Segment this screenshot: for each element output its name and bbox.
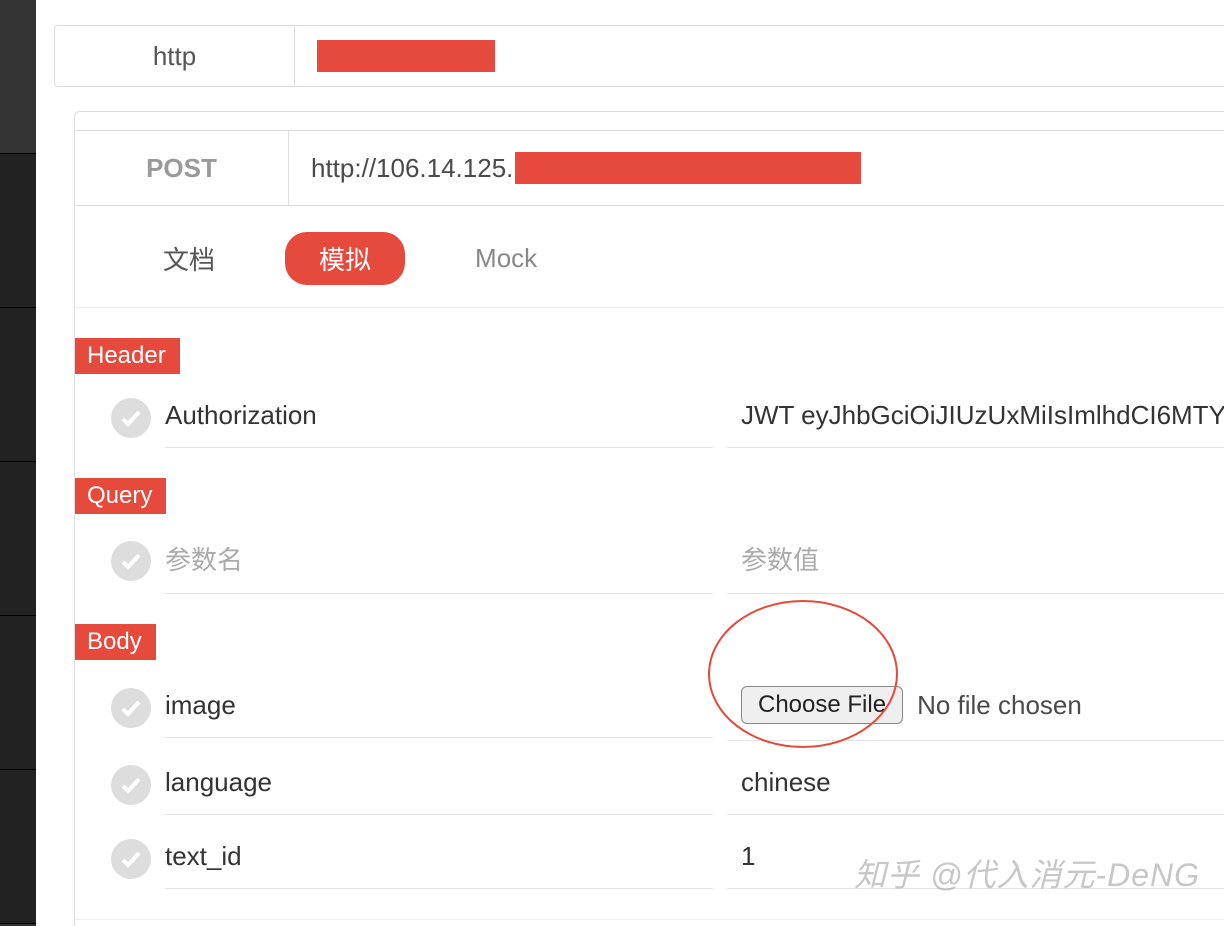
- subtab-doc[interactable]: 文档: [129, 232, 249, 285]
- check-icon[interactable]: [111, 688, 151, 728]
- check-icon[interactable]: [111, 765, 151, 805]
- body-row-image: image Choose File No file chosen: [75, 674, 1224, 741]
- query-section: Query 参数名 参数值: [75, 448, 1224, 594]
- section-label-header: Header: [75, 338, 180, 374]
- method-select[interactable]: POST: [75, 130, 289, 206]
- body-row-language: language chinese: [75, 755, 1224, 815]
- body-value-file: Choose File No file chosen: [727, 674, 1224, 741]
- query-value-input[interactable]: 参数值: [727, 528, 1224, 594]
- sidebar-item[interactable]: [0, 154, 36, 308]
- body-row-textid: text_id 1: [75, 829, 1224, 889]
- app-root: http POST http://106.14.125. 文档 模拟 Mock: [0, 0, 1224, 926]
- sidebar-item[interactable]: [0, 308, 36, 462]
- sidebar: [0, 0, 36, 926]
- main-panel: http POST http://106.14.125. 文档 模拟 Mock: [36, 0, 1224, 926]
- scheme-url-row: http: [54, 25, 1224, 87]
- check-icon[interactable]: [111, 398, 151, 438]
- body-name-input[interactable]: image: [165, 678, 713, 738]
- body-name-input[interactable]: language: [165, 755, 713, 815]
- url-name-box[interactable]: [295, 26, 1224, 86]
- scheme-select[interactable]: http: [55, 26, 295, 86]
- response-section-header[interactable]: Response: [75, 919, 1224, 926]
- choose-file-button[interactable]: Choose File: [741, 686, 903, 724]
- subtab-mock[interactable]: Mock: [441, 235, 571, 282]
- file-status-text: No file chosen: [917, 690, 1082, 721]
- body-value-input[interactable]: 1: [727, 829, 1224, 889]
- header-name-input[interactable]: Authorization: [165, 388, 713, 448]
- request-block: POST http://106.14.125. 文档 模拟 Mock Heade…: [74, 111, 1224, 926]
- query-name-input[interactable]: 参数名: [165, 528, 713, 594]
- query-row: 参数名 参数值: [75, 528, 1224, 594]
- body-section: Body image Choose File No file chosen: [75, 594, 1224, 889]
- subtab-simulate[interactable]: 模拟: [285, 232, 405, 285]
- header-section: Header Authorization JWT eyJhbGciOiJIUzU…: [75, 308, 1224, 448]
- redacted-block: [515, 152, 861, 184]
- section-label-query: Query: [75, 478, 166, 514]
- section-label-body: Body: [75, 624, 156, 660]
- header-value-input[interactable]: JWT eyJhbGciOiJIUzUxMiIsImlhdCI6MTYwM: [727, 388, 1224, 448]
- check-icon[interactable]: [111, 541, 151, 581]
- request-url-input[interactable]: http://106.14.125.: [289, 130, 1224, 206]
- body-value-input[interactable]: chinese: [727, 755, 1224, 815]
- header-row: Authorization JWT eyJhbGciOiJIUzUxMiIsIm…: [75, 388, 1224, 448]
- sidebar-item[interactable]: [0, 0, 36, 154]
- sub-tab-bar: 文档 模拟 Mock: [75, 206, 1224, 308]
- url-prefix-text: http://106.14.125.: [311, 153, 513, 184]
- check-icon[interactable]: [111, 839, 151, 879]
- sidebar-item[interactable]: [0, 462, 36, 616]
- body-name-input[interactable]: text_id: [165, 829, 713, 889]
- sidebar-item[interactable]: [0, 770, 36, 924]
- sidebar-item[interactable]: [0, 616, 36, 770]
- method-url-row: POST http://106.14.125.: [75, 130, 1224, 206]
- redacted-block: [317, 40, 495, 72]
